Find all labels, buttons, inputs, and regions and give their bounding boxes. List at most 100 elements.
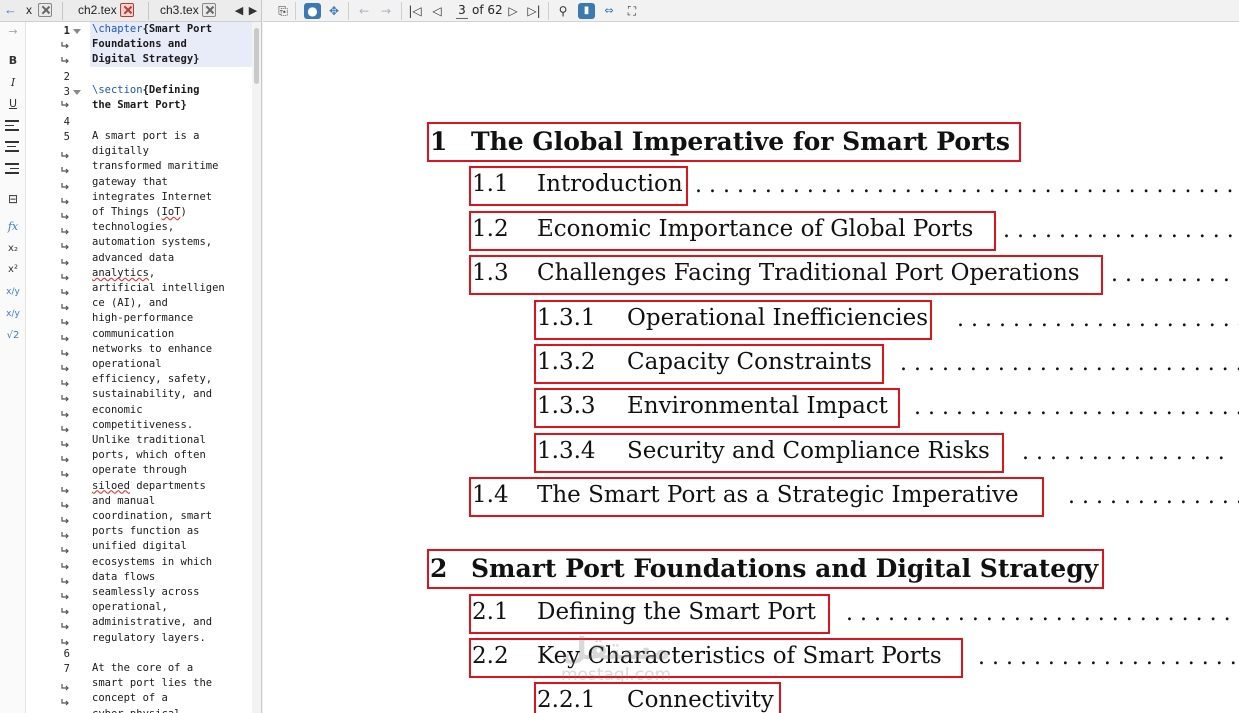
scrollbar-thumb[interactable] (254, 28, 259, 84)
sqrt-icon[interactable]: √2 (3, 328, 23, 344)
code-line: high-performance (92, 312, 194, 325)
code-line: unified digital (92, 540, 187, 553)
editor-scrollbar[interactable] (252, 22, 261, 713)
italic-icon[interactable]: I (3, 75, 23, 91)
toc-dot-leader: . . . . . . . . . . . . . . . . . . . . … (900, 351, 1239, 376)
toc-number: 1 (430, 127, 448, 156)
wrap-marker-icon (60, 405, 70, 418)
toc-number: 1.3.1 (537, 305, 596, 331)
pan-tool-icon[interactable]: ✥ (326, 3, 342, 19)
tab-ch2[interactable]: ch2.tex (74, 0, 140, 22)
code-line: cyber-physical (92, 707, 181, 713)
code-line: Digital Strategy} (92, 53, 200, 65)
subscript-icon[interactable]: x₂ (3, 241, 23, 257)
code-line: operational, (92, 601, 168, 614)
wrap-marker-icon (60, 587, 70, 600)
latex-command: \chapter (92, 23, 143, 35)
last-page-icon[interactable]: ▷| (527, 3, 541, 19)
toc-number: 2.2 (472, 643, 509, 669)
tab-close-icon[interactable] (120, 3, 134, 17)
fold-icon[interactable] (73, 90, 81, 95)
dfrac-icon[interactable]: x/y (3, 306, 23, 322)
tab-label: ch2.tex (78, 3, 117, 17)
wrap-marker-icon (60, 95, 70, 108)
code-line: networks to enhance (92, 342, 213, 355)
code-line: advanced data (92, 251, 175, 264)
align-left-icon[interactable] (5, 120, 19, 132)
code-line: transformed maritime (92, 160, 219, 173)
wrap-marker-icon (60, 435, 70, 448)
align-center-icon[interactable] (5, 141, 19, 153)
first-page-icon[interactable]: |◁ (408, 3, 422, 19)
code-text: {Defining (142, 84, 200, 96)
magnifier-tool-icon[interactable]: ● (304, 3, 321, 19)
toc-number: 2.1 (472, 599, 509, 625)
line-number: 4 (63, 116, 70, 128)
fraction-icon[interactable]: x/y (3, 284, 23, 300)
toc-dot-leader: . . . . . . . . . . . . . . . . . . . . … (957, 307, 1239, 332)
wrap-marker-icon (60, 36, 70, 49)
code-line: competitiveness. (92, 418, 194, 431)
pdf-page[interactable]: 1 The Global Imperative for Smart Ports 1.… (263, 23, 1239, 713)
toc-number: 1.3.3 (537, 393, 596, 419)
toc-number: 1.2 (472, 216, 509, 242)
insert-env-icon[interactable]: ⊟ (3, 191, 23, 207)
line-number: 5 (63, 131, 70, 143)
sync-icon[interactable]: ⎘ (275, 3, 291, 19)
fullscreen-icon[interactable]: ⛶ (623, 3, 641, 19)
code-line: administrative, and (92, 616, 213, 629)
code-line: Unlike traditional (92, 434, 206, 446)
wrap-marker-icon (60, 177, 70, 190)
code-line: artificial intelligen (92, 282, 225, 294)
previous-page-icon[interactable]: ◁ (429, 3, 445, 19)
fold-icon[interactable] (73, 29, 81, 34)
page-number-input[interactable]: 3 (456, 2, 468, 19)
tab-scroll-right-icon[interactable]: ▶ (248, 3, 258, 19)
next-page-icon[interactable]: ▷ (505, 3, 521, 19)
toc-title: Economic Importance of Global Ports (537, 216, 974, 242)
align-right-icon[interactable] (5, 163, 19, 175)
tab-divider (148, 2, 149, 20)
underline-icon[interactable]: U (3, 96, 23, 112)
function-icon[interactable]: fx (3, 219, 23, 235)
wrap-marker-icon (60, 557, 70, 570)
watermark: مستقل mostaql.com (561, 635, 672, 686)
single-page-icon[interactable]: ▮ (578, 3, 595, 19)
code-line: integrates Internet (92, 190, 213, 203)
code-line: ports, which often (92, 449, 206, 462)
fit-width-icon[interactable]: ⇔ (602, 3, 616, 19)
wrap-marker-icon (60, 222, 70, 235)
editor-tabbar: ← x ch2.tex ch3.tex ◀ ▶ (0, 0, 261, 22)
code-line: gateway that (92, 175, 168, 188)
tab-scroll-left-icon[interactable]: ◀ (234, 3, 244, 19)
toolbar-divider (348, 2, 349, 20)
wrap-marker-icon (60, 253, 70, 266)
bold-icon[interactable]: B (3, 53, 23, 69)
search-icon[interactable]: ⚲ (555, 3, 571, 19)
toc-number: 1.4 (472, 482, 509, 508)
tab-close-icon[interactable] (38, 3, 52, 17)
tab-ch3[interactable]: ch3.tex (156, 0, 222, 22)
line-number: 7 (63, 663, 70, 675)
watermark-url: mostaql.com (561, 665, 672, 685)
tab-divider (62, 2, 63, 20)
tab-back[interactable]: ← x (0, 0, 56, 22)
code-line: operate through (92, 464, 187, 477)
code-line: economic (92, 403, 143, 416)
tab-label: ch3.tex (160, 3, 199, 17)
wrap-marker-icon (60, 511, 70, 524)
forward-icon[interactable]: → (378, 3, 394, 19)
code-line: coordination, smart (92, 510, 213, 522)
back-icon[interactable]: ← (356, 3, 372, 19)
toc-title: Smart Port Foundations and Digital Strat… (471, 554, 1099, 583)
wrap-marker-icon (60, 420, 70, 433)
tab-close-icon[interactable] (202, 3, 216, 17)
wrap-marker-icon (60, 465, 70, 478)
wrap-marker-icon (60, 359, 70, 372)
code-line: the Smart Port} (92, 99, 187, 111)
forward-arrow-icon[interactable]: → (3, 24, 23, 40)
back-arrow-icon[interactable]: ← (4, 0, 17, 20)
code-editor[interactable]: \chapter{Smart Port Foundations and Digi… (90, 22, 255, 713)
superscript-icon[interactable]: x² (3, 262, 23, 278)
wrap-marker-icon (60, 283, 70, 296)
